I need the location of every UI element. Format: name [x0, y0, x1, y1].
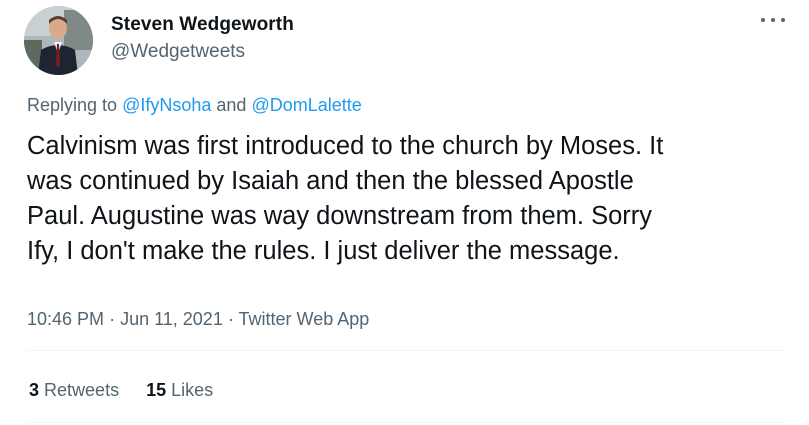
tweet-source-app[interactable]: Twitter Web App [239, 309, 370, 329]
mention-link-ifynsoha[interactable]: @IfyNsoha [122, 95, 211, 115]
tweet-card: Steven Wedgeworth @Wedgetweets Replying … [0, 0, 809, 425]
more-dot [781, 18, 785, 22]
replying-to-prefix: Replying to [27, 95, 118, 115]
tweet-meta: 10:46 PM · Jun 11, 2021 · Twitter Web Ap… [27, 307, 369, 331]
retweets-stat[interactable]: 3 Retweets [29, 378, 119, 402]
more-horizontal-icon[interactable] [761, 12, 785, 28]
retweets-label: Retweets [44, 380, 120, 400]
author-handle[interactable]: @Wedgetweets [111, 40, 294, 64]
divider [27, 350, 782, 351]
author-display-name[interactable]: Steven Wedgeworth [111, 13, 294, 37]
meta-separator: · [109, 309, 116, 329]
replying-to-joiner: and [216, 95, 247, 115]
tweet-time[interactable]: 10:46 PM [27, 309, 104, 329]
divider [27, 422, 782, 423]
tweet-header: Steven Wedgeworth @Wedgetweets [24, 6, 294, 75]
tweet-text-line: Ify, I don't make the rules. I just deli… [27, 237, 620, 265]
tweet-stats: 3 Retweets 15 Likes [29, 378, 240, 402]
author-names: Steven Wedgeworth @Wedgetweets [111, 13, 294, 64]
replying-to-line: Replying to @IfyNsoha and @DomLalette [27, 93, 362, 117]
tweet-text-line: Paul. Augustine was way downstream from … [27, 202, 653, 230]
meta-separator: · [227, 309, 234, 329]
likes-label: Likes [171, 380, 214, 400]
tweet-text-line: Calvinism was first introduced to the ch… [27, 132, 664, 160]
retweets-count: 3 [29, 380, 40, 400]
likes-stat[interactable]: 15 Likes [146, 378, 213, 402]
likes-count: 15 [146, 380, 167, 400]
tweet-text-line: was continued by Isaiah and then the ble… [27, 167, 634, 195]
more-dot [771, 18, 775, 22]
mention-link-domlalette[interactable]: @DomLalette [251, 95, 361, 115]
avatar[interactable] [24, 6, 93, 75]
tweet-text: Calvinism was first introduced to the ch… [27, 129, 787, 269]
tweet-date[interactable]: Jun 11, 2021 [120, 309, 223, 329]
more-dot [761, 18, 765, 22]
avatar-image [24, 6, 93, 75]
